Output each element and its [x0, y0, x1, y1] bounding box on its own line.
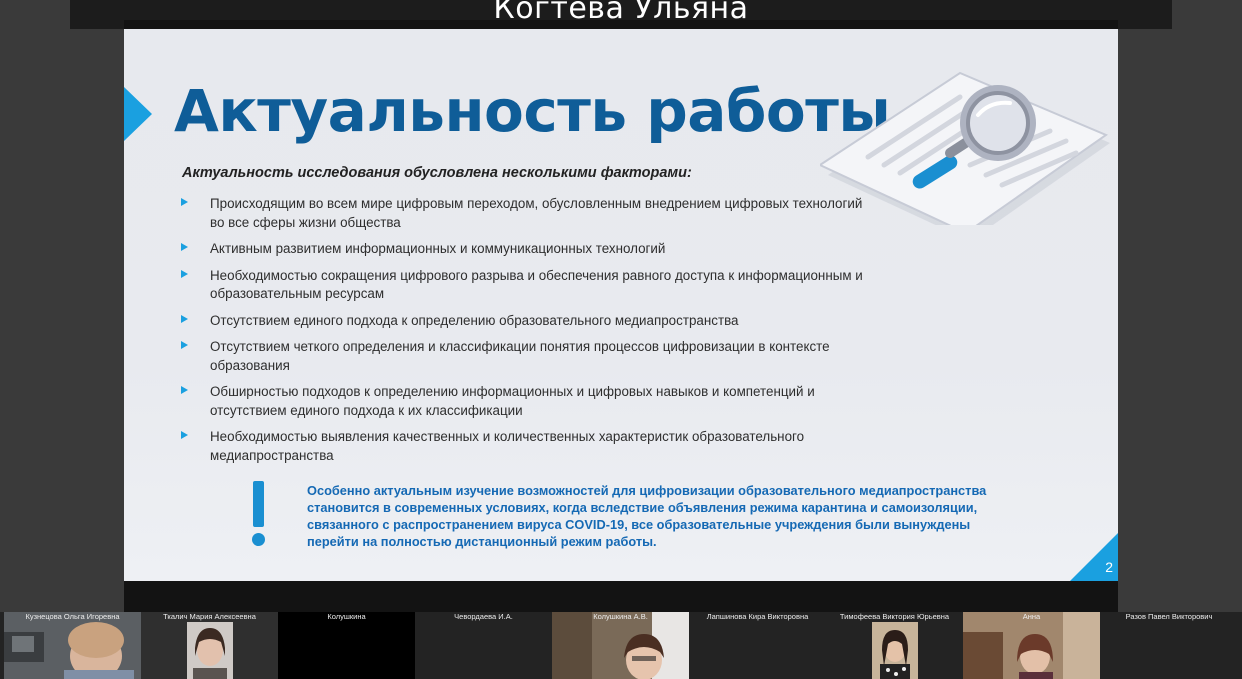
factor-line: Необходимостью выявления качественных и … [210, 429, 805, 444]
participant-name: Колушкина А.В. [593, 612, 648, 621]
participant-name: Колушкина [327, 612, 366, 621]
list-item: Необходимостью сокращения цифрового разр… [179, 267, 919, 304]
participant-name: Лапшинова Кира Викторовна [706, 612, 809, 621]
participant-tile[interactable]: Анна [963, 612, 1100, 679]
participant-tile[interactable]: Кузнецова Ольга Игоревна [4, 612, 141, 679]
note-line: становится в современных условиях, когда… [307, 500, 978, 515]
note-line: Особенно актуальным изучение возможносте… [307, 483, 987, 498]
factor-line: Обширностью подходов к определению инфор… [210, 384, 815, 399]
bullet-arrow-icon [181, 314, 188, 323]
list-item: Активным развитием информационных и комм… [179, 240, 919, 259]
participant-strip: Кузнецова Ольга Игоревна Ткалич Мария Ал… [0, 612, 1242, 679]
bullet-arrow-icon [181, 269, 188, 278]
participant-video [963, 612, 1100, 679]
title-arrow-icon [124, 87, 152, 141]
participant-tile[interactable]: Колушкина А.В. [552, 612, 689, 679]
list-item: Происходящим во всем мире цифровым перех… [179, 195, 919, 232]
bullet-arrow-icon [181, 386, 188, 394]
highlight-note: Особенно актуальным изучение возможносте… [307, 482, 1047, 550]
factor-line: Отсутствием единого подхода к определени… [210, 312, 739, 328]
bullet-arrow-icon [181, 198, 188, 206]
participant-name: Разов Павел Викторович [1125, 612, 1213, 621]
factor-line: Необходимостью сокращения цифрового разр… [210, 267, 863, 283]
factor-line: образования [210, 357, 290, 373]
participant-video [141, 612, 278, 679]
participant-tile[interactable]: Колушкина [278, 612, 415, 679]
factor-line: Отсутствием четкого определения и класси… [210, 339, 830, 354]
participant-tile[interactable]: Тимофеева Виктория Юрьевна [826, 612, 963, 679]
participant-name: Кузнецова Ольга Игоревна [25, 612, 120, 621]
factor-line: Происходящим во всем мире цифровым перех… [210, 196, 863, 211]
exclamation-icon [248, 481, 270, 547]
bullet-arrow-icon [181, 431, 188, 439]
participant-name: Ткалич Мария Алексеевна [163, 612, 256, 621]
slide-page-number: 2 [1105, 559, 1113, 575]
factor-line: во все сферы жизни общества [210, 214, 401, 230]
factor-line: Активным развитием информационных и комм… [210, 241, 666, 256]
list-item: Обширностью подходов к определению инфор… [179, 383, 919, 420]
participant-tile[interactable]: Ткалич Мария Алексеевна [141, 612, 278, 679]
slide-subtitle: Актуальность исследования обусловлена не… [182, 165, 692, 181]
note-line: перейти на полностью дистанционный режим… [307, 534, 657, 549]
note-line: связанного с распространением вируса COV… [307, 517, 971, 532]
participant-tile[interactable]: Лапшинова Кира Викторовна [689, 612, 826, 679]
participant-name: Тимофеева Виктория Юрьевна [839, 612, 950, 621]
list-item: Отсутствием четкого определения и класси… [179, 338, 919, 375]
factor-line: медиапространства [210, 447, 334, 463]
participant-video [4, 612, 141, 679]
participant-video [552, 612, 689, 679]
participant-tile[interactable]: Чевордаева И.А. [415, 612, 552, 679]
participant-name: Анна [1022, 612, 1041, 621]
bullet-arrow-icon [181, 341, 188, 349]
participant-video [826, 612, 963, 679]
factor-line: отсутствием единого подхода к их классиф… [210, 402, 523, 418]
participant-tile[interactable]: Разов Павел Викторович [1100, 612, 1238, 679]
list-item: Отсутствием единого подхода к определени… [179, 312, 919, 331]
participant-name: Чевордаева И.А. [454, 612, 513, 621]
list-item: Необходимостью выявления качественных и … [179, 428, 919, 465]
presentation-slide[interactable]: Актуальность работы Актуальность исследо… [124, 29, 1118, 581]
factor-line: образовательным ресурсам [210, 286, 385, 301]
bullet-arrow-icon [181, 243, 188, 251]
factor-list: Происходящим во всем мире цифровым перех… [179, 195, 919, 465]
slide-title: Актуальность работы [174, 77, 891, 145]
